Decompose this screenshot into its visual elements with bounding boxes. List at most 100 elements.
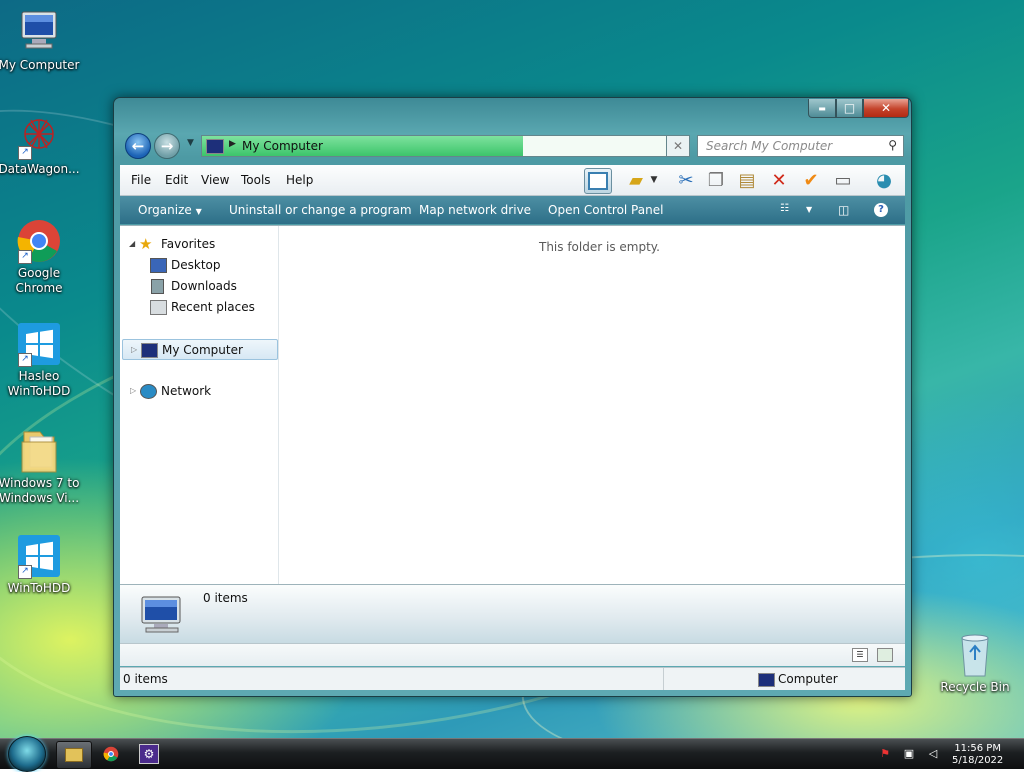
desktop: My Computer ↗ DataWagon... ↗ Google Chro… (0, 0, 1024, 738)
back-button[interactable]: ← (125, 133, 151, 159)
cut-button[interactable]: ✂ (673, 168, 699, 192)
views-icon: ☷ (780, 203, 789, 214)
folder-options-button[interactable]: ▰ (623, 168, 649, 192)
shortcut-arrow-icon: ↗ (18, 250, 32, 264)
folder-icon (65, 748, 83, 762)
preview-view-button[interactable] (877, 648, 893, 662)
minimize-button[interactable]: ▬ (808, 99, 836, 118)
properties-icon: ▭ (834, 169, 852, 191)
expand-arrow-icon[interactable]: ▷ (131, 340, 137, 360)
arrow-right-icon: → (160, 137, 174, 155)
desktop-icon-label: Hasleo WinToHDD (7, 369, 71, 398)
close-x-icon: ✕ (672, 139, 684, 153)
details-view-button[interactable]: ☰ (852, 648, 868, 662)
nav-label: Downloads (171, 279, 237, 293)
shortcut-arrow-icon: ↗ (18, 565, 32, 579)
breadcrumb-arrow-icon[interactable]: ▶ (229, 139, 236, 149)
nav-label: Network (161, 384, 212, 398)
views-dropdown[interactable]: ▼ (806, 205, 812, 214)
desktop-icon-hasleo-wintohdd[interactable]: ↗ Hasleo WinToHDD (0, 321, 81, 399)
action-center-icon[interactable]: ⚑ (878, 747, 892, 761)
copy-button[interactable]: ❐ (703, 168, 729, 192)
preview-pane-button[interactable] (584, 168, 612, 194)
desktop-icon-label: Recycle Bin (940, 680, 1010, 694)
clock-time: 11:56 PM (954, 743, 1001, 754)
desktop-icon-label: WinToHDD (7, 581, 71, 595)
menu-view[interactable]: View (201, 173, 229, 187)
recent-pages-dropdown[interactable]: ▼ (187, 138, 194, 148)
folder-options-dropdown[interactable]: ▼ (647, 168, 661, 192)
desktop-icon-label: DataWagon... (0, 162, 80, 176)
address-bar[interactable]: ▶ My Computer ▾ (201, 135, 690, 157)
start-button[interactable] (8, 736, 46, 772)
network-icon (140, 384, 157, 399)
nav-label: Desktop (171, 258, 221, 272)
clock[interactable]: 11:56 PM 5/18/2022 (952, 743, 1003, 767)
menu-help[interactable]: Help (286, 173, 313, 187)
desktop-icon-label: My Computer (0, 58, 80, 72)
volume-muted-icon[interactable]: ◁ (926, 747, 940, 761)
organize-button[interactable]: Organize ▼ (138, 203, 202, 217)
properties-button[interactable]: ▭ (830, 168, 856, 192)
address-location[interactable]: My Computer (242, 139, 323, 153)
help-icon: ? (878, 204, 884, 215)
expand-arrow-icon[interactable]: ◢ (129, 234, 135, 254)
nav-downloads[interactable]: Downloads (120, 276, 278, 296)
shortcut-arrow-icon: ↗ (18, 146, 32, 160)
help-button[interactable]: ? (874, 203, 888, 217)
folder-check-icon: ▰ (629, 169, 643, 191)
network-tray-icon[interactable]: ▣ (902, 747, 916, 761)
desktop-icon-my-computer[interactable]: My Computer (0, 10, 81, 73)
chevron-down-icon: ▼ (195, 207, 202, 216)
details-pane: 0 items (120, 584, 905, 643)
forward-button[interactable]: → (154, 133, 180, 159)
layout-pane-button[interactable]: ◫ (838, 203, 849, 217)
nav-network[interactable]: ▷ Network (120, 381, 278, 401)
window-controls: ▬ □ ✕ (808, 99, 909, 118)
desktop-icon-chrome[interactable]: ↗ Google Chrome (0, 218, 81, 296)
search-icon[interactable]: ⚲ (888, 138, 897, 152)
refresh-button[interactable]: ✕ (666, 135, 690, 157)
desktop-icon-wintohdd[interactable]: ↗ WinToHDD (0, 533, 81, 596)
computer-icon (758, 673, 775, 687)
paste-button[interactable]: ▤ (734, 168, 760, 192)
taskbar-chrome[interactable] (94, 741, 128, 767)
shell-button[interactable]: ◕ (871, 168, 897, 192)
close-button[interactable]: ✕ (863, 99, 909, 118)
desktop-icon-windows7-folder[interactable]: Windows 7 to Windows Vi... (0, 428, 81, 506)
taskbar-explorer[interactable] (56, 741, 92, 769)
explorer-window: ▬ □ ✕ ← → ▼ ▶ My Computer ▾ ✕ Search My … (113, 97, 912, 697)
status-divider (663, 668, 664, 690)
taskbar-app[interactable]: ⚙ (132, 741, 166, 767)
apply-button[interactable]: ✔ (798, 168, 824, 192)
menu-tools[interactable]: Tools (241, 173, 271, 187)
search-input[interactable]: Search My Computer ⚲ (697, 135, 904, 157)
nav-favorites[interactable]: ◢ ★ Favorites (120, 234, 278, 254)
desktop-icon-recycle-bin[interactable]: Recycle Bin (933, 632, 1017, 695)
gear-icon: ⚙ (139, 744, 159, 764)
open-control-panel-button[interactable]: Open Control Panel (548, 203, 663, 217)
nav-label: My Computer (162, 343, 243, 357)
views-button[interactable]: ☷ (780, 203, 789, 214)
menu-edit[interactable]: Edit (165, 173, 188, 187)
nav-desktop[interactable]: Desktop (120, 255, 278, 275)
menu-bar: File Edit View Tools Help ▰ ▼ ✂ ❐ ▤ ✕ ✔ … (120, 165, 905, 196)
nav-my-computer[interactable]: ▷ My Computer (122, 339, 278, 360)
desktop-icon-label: Windows 7 to Windows Vi... (0, 476, 80, 505)
search-placeholder: Search My Computer (706, 139, 833, 153)
content-area: ◢ ★ Favorites Desktop Downloads Recent p… (120, 225, 905, 584)
map-network-drive-button[interactable]: Map network drive (419, 203, 531, 217)
menu-file[interactable]: File (131, 173, 151, 187)
status-item-count: 0 items (123, 672, 168, 686)
pane-icon: ◫ (838, 203, 850, 217)
maximize-button[interactable]: □ (836, 99, 863, 118)
computer-icon (138, 595, 182, 633)
desktop-icon-datawagon[interactable]: ↗ DataWagon... (0, 114, 81, 177)
scissors-icon: ✂ (678, 169, 694, 191)
clock-date: 5/18/2022 (952, 755, 1004, 766)
delete-button[interactable]: ✕ (766, 168, 792, 192)
expand-arrow-icon[interactable]: ▷ (130, 381, 136, 401)
status-location: Computer (778, 672, 838, 686)
uninstall-program-button[interactable]: Uninstall or change a program (229, 203, 412, 217)
nav-recent-places[interactable]: Recent places (120, 297, 278, 317)
